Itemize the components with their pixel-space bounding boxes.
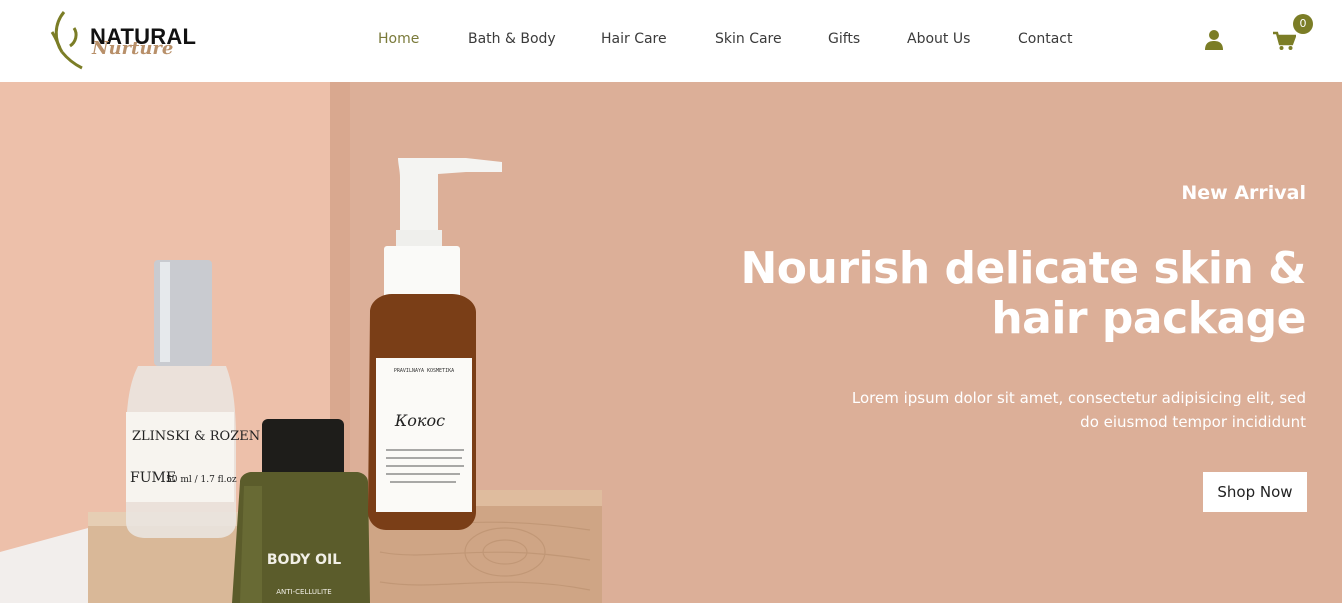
nav-item-hair-care[interactable]: Hair Care <box>601 31 667 47</box>
spray-label-line1: ZLINSKI & ROZEN <box>132 429 260 444</box>
oil-label: BODY OIL <box>267 552 341 568</box>
spray-label-size: 50 ml / 1.7 fl.oz <box>166 475 237 485</box>
oil-sublabel: ANTI-CELLULITE <box>276 588 331 596</box>
hero-banner: ZLINSKI & ROZEN FUME 50 ml / 1.7 fl.oz B… <box>0 82 1342 603</box>
hero-kicker: New Arrival <box>1181 182 1306 204</box>
nav-item-contact[interactable]: Contact <box>1018 31 1072 47</box>
nav-item-bath-body[interactable]: Bath & Body <box>468 31 556 47</box>
dropper-brand: PRAVILNAYA KOSMETIKA <box>394 368 454 374</box>
main-nav: Home Bath & Body Hair Care Skin Care Gif… <box>0 0 1342 82</box>
shop-now-button[interactable]: Shop Now <box>1203 472 1307 512</box>
cart-icon[interactable] <box>1272 31 1296 51</box>
dropper-script: Кокос <box>394 411 445 430</box>
nav-item-about-us[interactable]: About Us <box>907 31 970 47</box>
cart-count-badge: 0 <box>1293 14 1313 34</box>
hero-description: Lorem ipsum dolor sit amet, consectetur … <box>851 389 1306 431</box>
site-header: NATURAL Nurture Home Bath & Body Hair Ca… <box>0 0 1342 82</box>
nav-item-home[interactable]: Home <box>378 31 419 47</box>
hero-title: Nourish delicate skin & hair package <box>740 243 1306 344</box>
user-icon[interactable] <box>1204 29 1224 51</box>
nav-item-gifts[interactable]: Gifts <box>828 31 860 47</box>
nav-item-skin-care[interactable]: Skin Care <box>715 31 782 47</box>
